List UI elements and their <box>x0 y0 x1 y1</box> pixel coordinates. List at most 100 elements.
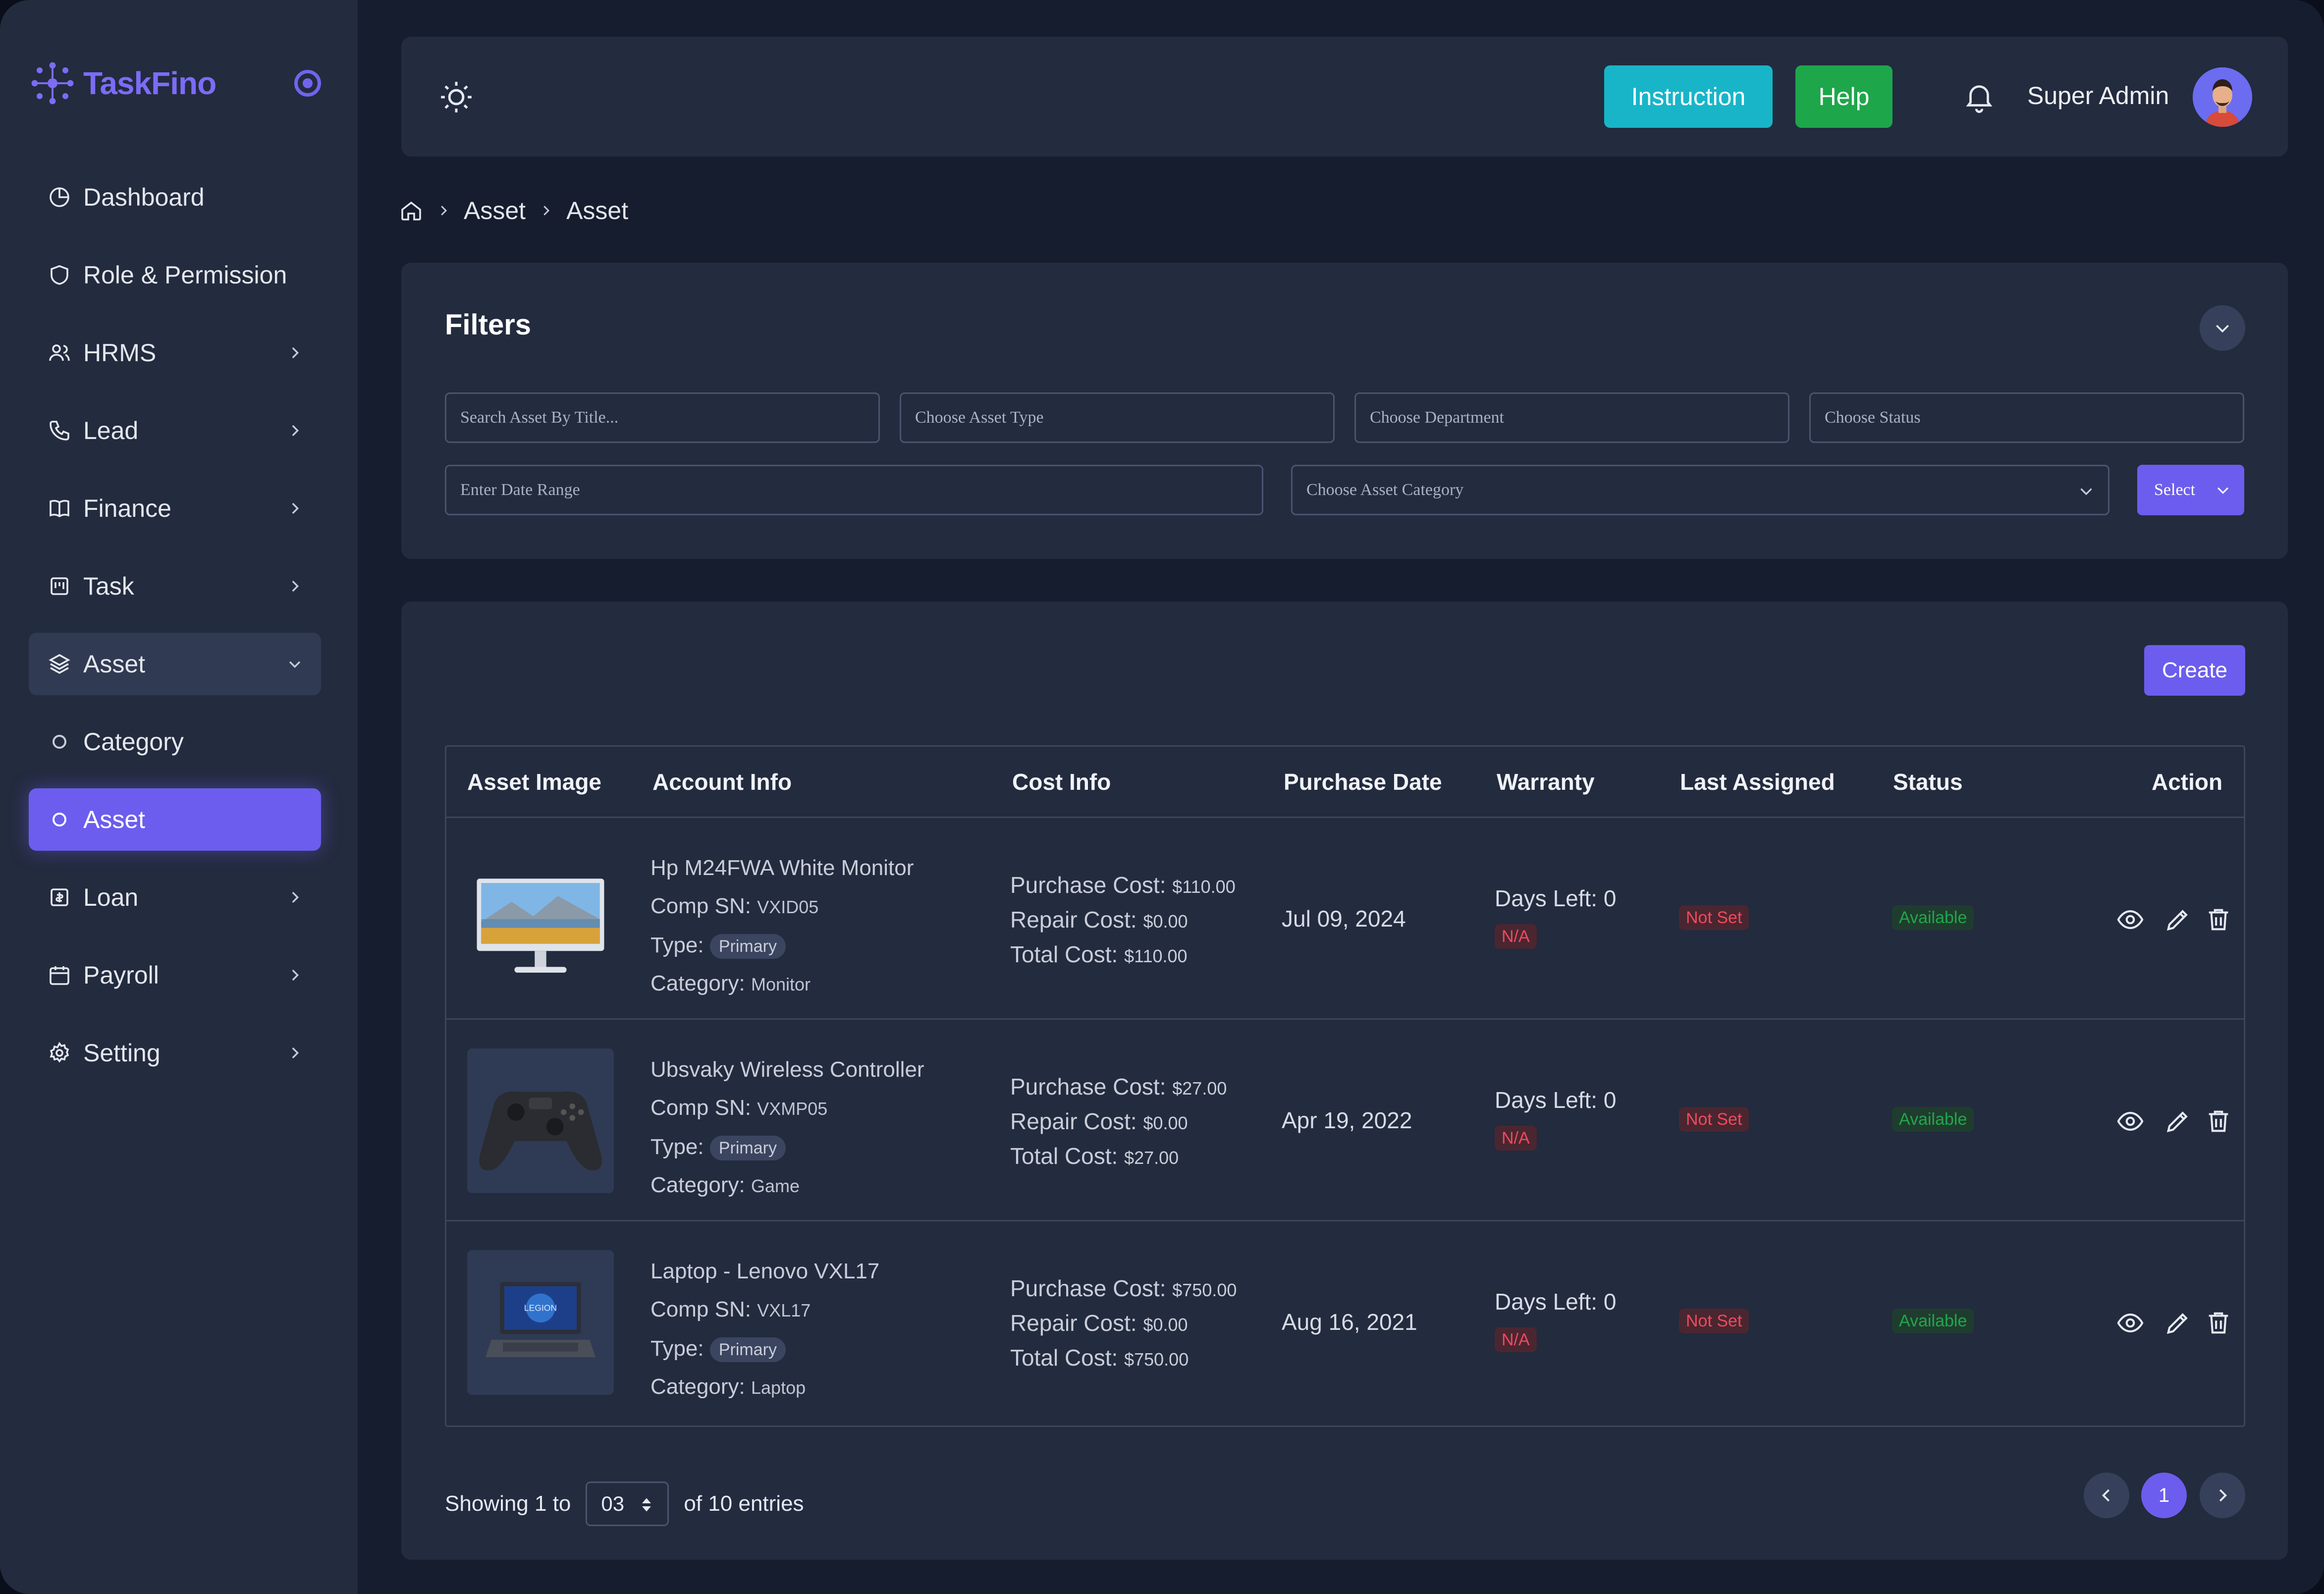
sidebar-item-finance[interactable]: Finance <box>29 477 321 540</box>
purchase-date: Aug 16, 2021 <box>1282 1309 1417 1335</box>
asset-image-monitor <box>467 847 614 991</box>
purchase-cost-value: $110.00 <box>1172 877 1236 897</box>
previous-page-button[interactable] <box>2084 1473 2129 1518</box>
sidebar-item-label: Role & Permission <box>83 261 287 289</box>
book-icon <box>50 499 69 518</box>
date-range-placeholder: Enter Date Range <box>460 481 580 499</box>
view-eye-icon[interactable] <box>2116 905 2145 934</box>
circle-icon <box>53 813 66 826</box>
view-eye-icon[interactable] <box>2116 1309 2145 1337</box>
sidebar-item-task[interactable]: Task <box>29 555 321 617</box>
sidebar-item-lead[interactable]: Lead <box>29 399 321 462</box>
shield-icon <box>51 265 68 285</box>
select-button[interactable]: Select <box>2137 465 2244 515</box>
sidebar-item-loan[interactable]: Loan <box>29 866 321 929</box>
type-badge: Primary <box>709 1337 786 1363</box>
sidebar-nav: Dashboard Role & Permission HRMS Lead Fi… <box>29 166 321 1099</box>
chevron-right-icon <box>441 206 447 216</box>
delete-trash-icon[interactable] <box>2204 905 2233 934</box>
delete-trash-icon[interactable] <box>2204 1107 2233 1136</box>
theme-toggle-sun-icon[interactable] <box>438 79 475 115</box>
create-button[interactable]: Create <box>2144 645 2245 696</box>
sidebar-toggle-icon[interactable] <box>294 70 321 97</box>
purchase-cost-label: Purchase Cost: <box>1010 872 1166 898</box>
comp-sn-label: Comp SN: <box>650 1297 751 1321</box>
warranty: Days Left: 0 N/A <box>1495 1284 1616 1355</box>
chevron-right-icon <box>292 425 299 437</box>
instruction-button[interactable]: Instruction <box>1604 65 1773 128</box>
edit-pencil-icon[interactable] <box>2163 1107 2192 1136</box>
edit-pencil-icon[interactable] <box>2163 905 2192 934</box>
search-asset-input[interactable]: Search Asset By Title... <box>445 392 880 443</box>
chevron-down-icon <box>2080 488 2092 495</box>
account-info: Hp M24FWA White Monitor Comp SN: VXID05 … <box>650 849 914 1003</box>
breadcrumb-item[interactable]: Asset <box>464 196 526 225</box>
avatar-portrait <box>2193 67 2252 127</box>
breadcrumb: Asset Asset <box>399 193 628 228</box>
help-button[interactable]: Help <box>1795 65 1892 128</box>
warranty-badge: N/A <box>1495 924 1537 949</box>
sidebar-item-asset-list[interactable]: Asset <box>29 788 321 851</box>
sidebar-item-label: Payroll <box>83 961 159 989</box>
total-cost-value: $750.00 <box>1124 1349 1189 1370</box>
next-page-button[interactable] <box>2200 1473 2245 1518</box>
per-page-select[interactable]: 03 <box>586 1482 669 1526</box>
sidebar-item-role-permission[interactable]: Role & Permission <box>29 244 321 306</box>
sidebar-item-dashboard[interactable]: Dashboard <box>29 166 321 228</box>
date-range-input[interactable]: Enter Date Range <box>445 465 1263 515</box>
phone-icon <box>50 421 69 440</box>
department-select[interactable]: Choose Department <box>1354 392 1789 443</box>
total-cost-value: $110.00 <box>1124 946 1188 966</box>
breadcrumb-current: Asset <box>566 197 629 224</box>
chevron-right-icon <box>2219 1489 2227 1502</box>
cost-info: Purchase Cost: $27.00 Repair Cost: $0.00… <box>1010 1070 1227 1174</box>
sidebar-item-hrms[interactable]: HRMS <box>29 322 321 384</box>
column-header: Warranty <box>1497 769 1595 795</box>
purchase-date: Jul 09, 2024 <box>1282 906 1406 932</box>
calendar-icon <box>50 966 69 985</box>
purchase-cost-label: Purchase Cost: <box>1010 1275 1166 1301</box>
asset-category-select[interactable]: Choose Asset Category <box>1291 465 2109 515</box>
entries-info: Showing 1 to 03 of 10 entries <box>445 1482 804 1526</box>
sidebar-item-label: Task <box>83 572 134 600</box>
status-select[interactable]: Choose Status <box>1809 392 2244 443</box>
bell-icon[interactable] <box>1962 79 1997 114</box>
table-row: Hp M24FWA White Monitor Comp SN: VXID05 … <box>446 818 2244 1020</box>
sidebar-item-payroll[interactable]: Payroll <box>29 944 321 1006</box>
account-info: Ubsvaky Wireless Controller Comp SN: VXM… <box>650 1050 924 1205</box>
repair-cost-label: Repair Cost: <box>1010 907 1137 933</box>
status-badge: Available <box>1892 1309 1974 1333</box>
page-button-current[interactable]: 1 <box>2141 1473 2187 1518</box>
chevron-right-icon <box>292 969 299 981</box>
chevron-right-icon <box>292 1047 299 1059</box>
asset-type-select[interactable]: Choose Asset Type <box>900 392 1335 443</box>
repair-cost-value: $0.00 <box>1143 1113 1188 1133</box>
column-header: Status <box>1893 769 1963 795</box>
sidebar-item-setting[interactable]: Setting <box>29 1022 321 1084</box>
sidebar-item-asset[interactable]: Asset <box>29 633 321 695</box>
purchase-cost-value: $27.00 <box>1172 1078 1227 1099</box>
table-header: Asset Image Account Info Cost Info Purch… <box>446 747 2244 818</box>
chevron-right-icon <box>292 347 299 359</box>
home-icon[interactable] <box>399 199 423 222</box>
spinner-arrows-icon <box>642 1498 651 1512</box>
user-name[interactable]: Super Admin <box>2027 81 2169 110</box>
brand[interactable]: TaskFino <box>29 58 216 108</box>
warranty: Days Left: 0 N/A <box>1495 880 1616 952</box>
comp-sn-value: VXID05 <box>757 897 819 917</box>
edit-pencil-icon[interactable] <box>2163 1309 2192 1337</box>
svg-text:LEGION: LEGION <box>524 1303 557 1313</box>
avatar[interactable] <box>2193 67 2252 127</box>
chevron-down-icon <box>289 661 301 668</box>
type-label: Type: <box>650 1336 704 1361</box>
column-header: Asset Image <box>467 769 602 795</box>
sidebar-item-category[interactable]: Category <box>29 711 321 773</box>
last-assigned-badge: Not Set <box>1679 905 1749 930</box>
column-header: Account Info <box>652 769 792 795</box>
delete-trash-icon[interactable] <box>2204 1309 2233 1337</box>
collapse-filters-button[interactable] <box>2200 305 2245 351</box>
chevron-right-icon <box>543 206 550 216</box>
view-eye-icon[interactable] <box>2116 1107 2145 1136</box>
circle-icon <box>53 735 66 749</box>
comp-sn-label: Comp SN: <box>650 1096 751 1120</box>
